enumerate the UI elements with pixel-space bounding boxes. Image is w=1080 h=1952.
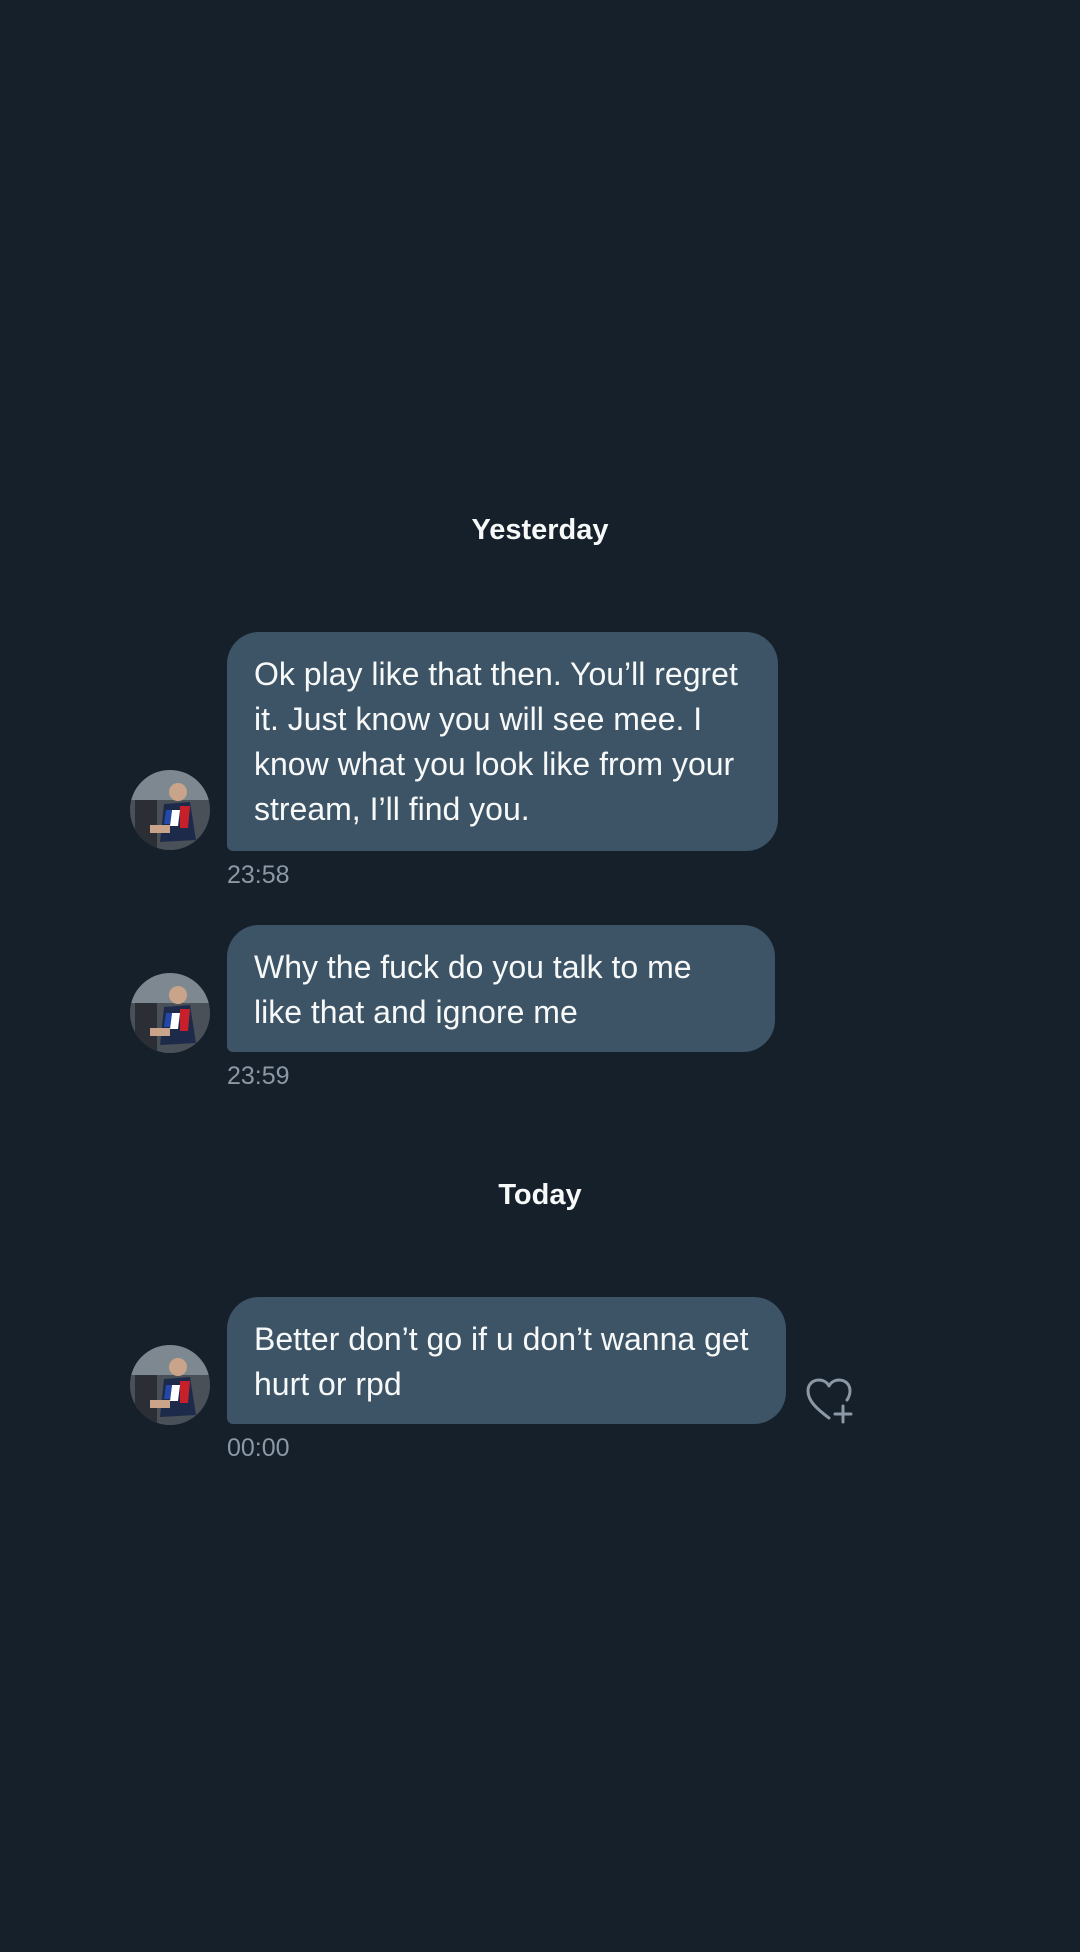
message-bubble[interactable]: Better don’t go if u don’t wanna get hur… [227, 1297, 786, 1424]
dm-conversation: Yesterday Ok play like that then. You’ll… [0, 0, 1080, 1952]
message-text: Ok play like that then. You’ll regret it… [254, 656, 738, 827]
day-separator-yesterday: Yesterday [471, 514, 609, 546]
avatar-image [130, 1345, 210, 1425]
message-bubble[interactable]: Why the fuck do you talk to me like that… [227, 925, 775, 1052]
message-timestamp: 23:59 [227, 1062, 290, 1090]
message-bubble[interactable]: Ok play like that then. You’ll regret it… [227, 632, 778, 851]
message-text: Why the fuck do you talk to me like that… [254, 949, 692, 1030]
sender-avatar[interactable] [130, 973, 210, 1053]
sender-avatar[interactable] [130, 770, 210, 850]
add-reaction-button[interactable] [803, 1374, 855, 1426]
avatar-image [130, 973, 210, 1053]
sender-avatar[interactable] [130, 1345, 210, 1425]
message-timestamp: 00:00 [227, 1434, 290, 1462]
message-text: Better don’t go if u don’t wanna get hur… [254, 1321, 749, 1402]
day-separator-today: Today [498, 1179, 582, 1211]
avatar-image [130, 770, 210, 850]
heart-plus-icon [806, 1378, 853, 1424]
message-timestamp: 23:58 [227, 861, 290, 889]
